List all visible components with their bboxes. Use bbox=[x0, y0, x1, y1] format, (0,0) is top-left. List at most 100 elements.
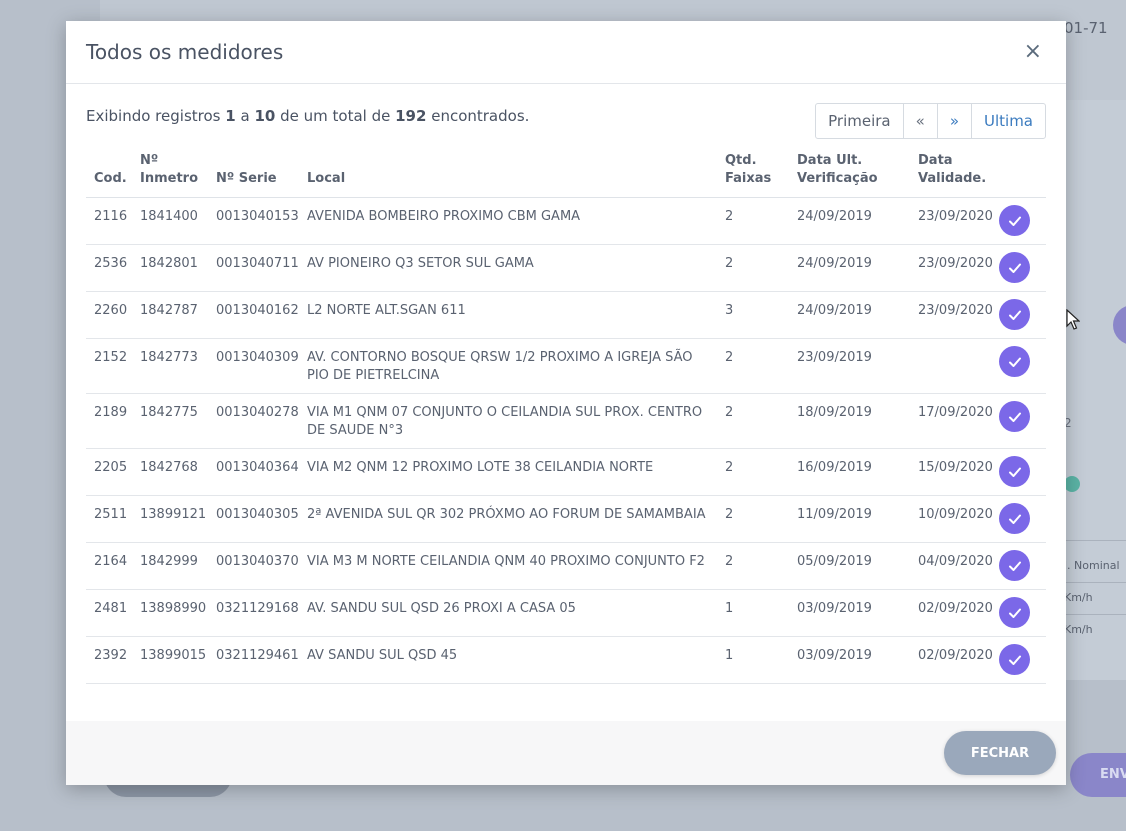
select-meter-button[interactable] bbox=[999, 456, 1030, 487]
select-meter-button[interactable] bbox=[999, 252, 1030, 283]
header-serie: Nº Serie bbox=[208, 152, 299, 198]
cell-inmetro: 1842999 bbox=[132, 542, 208, 590]
check-icon bbox=[1008, 310, 1021, 320]
background-code-text: 01-71 bbox=[1064, 19, 1108, 37]
modal-footer: FECHAR bbox=[66, 721, 1066, 785]
cell-faixas: 2 bbox=[717, 244, 789, 292]
cell-faixas: 2 bbox=[717, 393, 789, 449]
header-inmetro: Nº Inmetro bbox=[132, 152, 208, 198]
select-meter-button[interactable] bbox=[999, 205, 1030, 236]
cell-cod: 2116 bbox=[86, 197, 132, 245]
close-icon[interactable]: × bbox=[1020, 39, 1046, 65]
pagination-prev[interactable]: « bbox=[904, 104, 938, 138]
cell-validade: 23/09/2020 bbox=[910, 291, 999, 339]
table-header-row: Cod. Nº Inmetro Nº Serie Local Qtd. Faixas… bbox=[86, 152, 1046, 198]
background-divider bbox=[1066, 540, 1126, 541]
background-label-nominal: l. Nominal bbox=[1064, 559, 1120, 572]
cell-local: 2ª AVENIDA SUL QR 302 PRÓXMO AO FORUM DE… bbox=[299, 495, 717, 543]
modal-header: Todos os medidores × bbox=[66, 21, 1066, 84]
table-row: 2481 13898990 0321129168 AV. SANDU SUL QSD … bbox=[86, 589, 1046, 637]
summary-prefix: Exibindo registros bbox=[86, 107, 221, 125]
summary-middle: a bbox=[240, 107, 250, 125]
cell-faixas: 2 bbox=[717, 495, 789, 543]
check-icon bbox=[1008, 467, 1021, 477]
select-meter-button[interactable] bbox=[999, 503, 1030, 534]
cell-action bbox=[999, 589, 1046, 637]
check-icon bbox=[1008, 514, 1021, 524]
cell-action bbox=[999, 291, 1046, 339]
cell-inmetro: 1842773 bbox=[132, 338, 208, 394]
select-meter-button[interactable] bbox=[999, 597, 1030, 628]
close-button[interactable]: FECHAR bbox=[944, 731, 1056, 775]
table-row: 2392 13899015 0321129461 AV SANDU SUL QSD 4… bbox=[86, 636, 1046, 684]
select-meter-button[interactable] bbox=[999, 299, 1030, 330]
cell-inmetro: 1842768 bbox=[132, 448, 208, 496]
cell-serie: 0013040309 bbox=[208, 338, 299, 394]
cell-validade: 23/09/2020 bbox=[910, 197, 999, 245]
table-row: 2164 1842999 0013040370 VIA M3 M NORTE CEIL… bbox=[86, 542, 1046, 590]
modal-body: Exibindo registros 1 a 10 de um total de… bbox=[66, 84, 1066, 684]
meters-modal: Todos os medidores × Exibindo registros … bbox=[66, 21, 1066, 785]
cell-faixas: 2 bbox=[717, 542, 789, 590]
check-icon bbox=[1008, 561, 1021, 571]
cell-inmetro: 1842775 bbox=[132, 393, 208, 449]
cell-local: L2 NORTE ALT.SGAN 611 bbox=[299, 291, 717, 339]
header-cod: Cod. bbox=[86, 152, 132, 198]
cell-serie: 0013040364 bbox=[208, 448, 299, 496]
cell-local: AV. CONTORNO BOSQUE QRSW 1/2 PROXIMO A I… bbox=[299, 338, 717, 394]
cell-verificacao: 24/09/2019 bbox=[789, 197, 910, 245]
cell-validade: 04/09/2020 bbox=[910, 542, 999, 590]
cell-cod: 2205 bbox=[86, 448, 132, 496]
table-row: 2536 1842801 0013040711 AV PIONEIRO Q3 SETO… bbox=[86, 244, 1046, 292]
table-row: 2189 1842775 0013040278 VIA M1 QNM 07 CONJU… bbox=[86, 393, 1046, 449]
cell-faixas: 3 bbox=[717, 291, 789, 339]
select-meter-button[interactable] bbox=[999, 644, 1030, 675]
cell-verificacao: 11/09/2019 bbox=[789, 495, 910, 543]
mouse-pointer-icon bbox=[1066, 309, 1080, 330]
header-faixas: Qtd. Faixas bbox=[717, 152, 789, 198]
cell-verificacao: 03/09/2019 bbox=[789, 636, 910, 684]
cell-action bbox=[999, 197, 1046, 245]
header-validade: Data Validade. bbox=[910, 152, 999, 198]
cell-cod: 2392 bbox=[86, 636, 132, 684]
background-label-kmh: Km/h bbox=[1064, 623, 1093, 636]
cell-verificacao: 24/09/2019 bbox=[789, 291, 910, 339]
cell-cod: 2511 bbox=[86, 495, 132, 543]
cell-inmetro: 13899121 bbox=[132, 495, 208, 543]
cell-inmetro: 13899015 bbox=[132, 636, 208, 684]
cell-faixas: 1 bbox=[717, 589, 789, 637]
cell-serie: 0013040370 bbox=[208, 542, 299, 590]
cell-verificacao: 24/09/2019 bbox=[789, 244, 910, 292]
cell-serie: 0013040305 bbox=[208, 495, 299, 543]
cell-serie: 0013040153 bbox=[208, 197, 299, 245]
check-icon bbox=[1008, 608, 1021, 618]
summary-total: 192 bbox=[395, 107, 427, 125]
cell-serie: 0013040711 bbox=[208, 244, 299, 292]
cell-serie: 0013040278 bbox=[208, 393, 299, 449]
select-meter-button[interactable] bbox=[999, 401, 1030, 432]
cell-validade: 23/09/2020 bbox=[910, 244, 999, 292]
header-action bbox=[999, 152, 1046, 198]
check-icon bbox=[1008, 357, 1021, 367]
cell-validade bbox=[910, 338, 999, 394]
records-summary: Exibindo registros 1 a 10 de um total de… bbox=[86, 103, 529, 125]
check-icon bbox=[1008, 216, 1021, 226]
cell-cod: 2481 bbox=[86, 589, 132, 637]
meters-table: Cod. Nº Inmetro Nº Serie Local Qtd. Faixas… bbox=[86, 152, 1046, 684]
cell-action bbox=[999, 393, 1046, 449]
pagination-next[interactable]: » bbox=[938, 104, 972, 138]
select-meter-button[interactable] bbox=[999, 346, 1030, 377]
cell-cod: 2152 bbox=[86, 338, 132, 394]
cell-verificacao: 05/09/2019 bbox=[789, 542, 910, 590]
cell-cod: 2536 bbox=[86, 244, 132, 292]
select-meter-button[interactable] bbox=[999, 550, 1030, 581]
cell-cod: 2164 bbox=[86, 542, 132, 590]
summary-total-text: de um total de bbox=[280, 107, 391, 125]
summary-to: 10 bbox=[254, 107, 276, 125]
pagination-last[interactable]: Ultima bbox=[972, 104, 1045, 138]
pagination-first[interactable]: Primeira bbox=[816, 104, 904, 138]
background-divider bbox=[1066, 582, 1126, 583]
cell-inmetro: 1841400 bbox=[132, 197, 208, 245]
cell-faixas: 2 bbox=[717, 448, 789, 496]
cell-inmetro: 1842787 bbox=[132, 291, 208, 339]
